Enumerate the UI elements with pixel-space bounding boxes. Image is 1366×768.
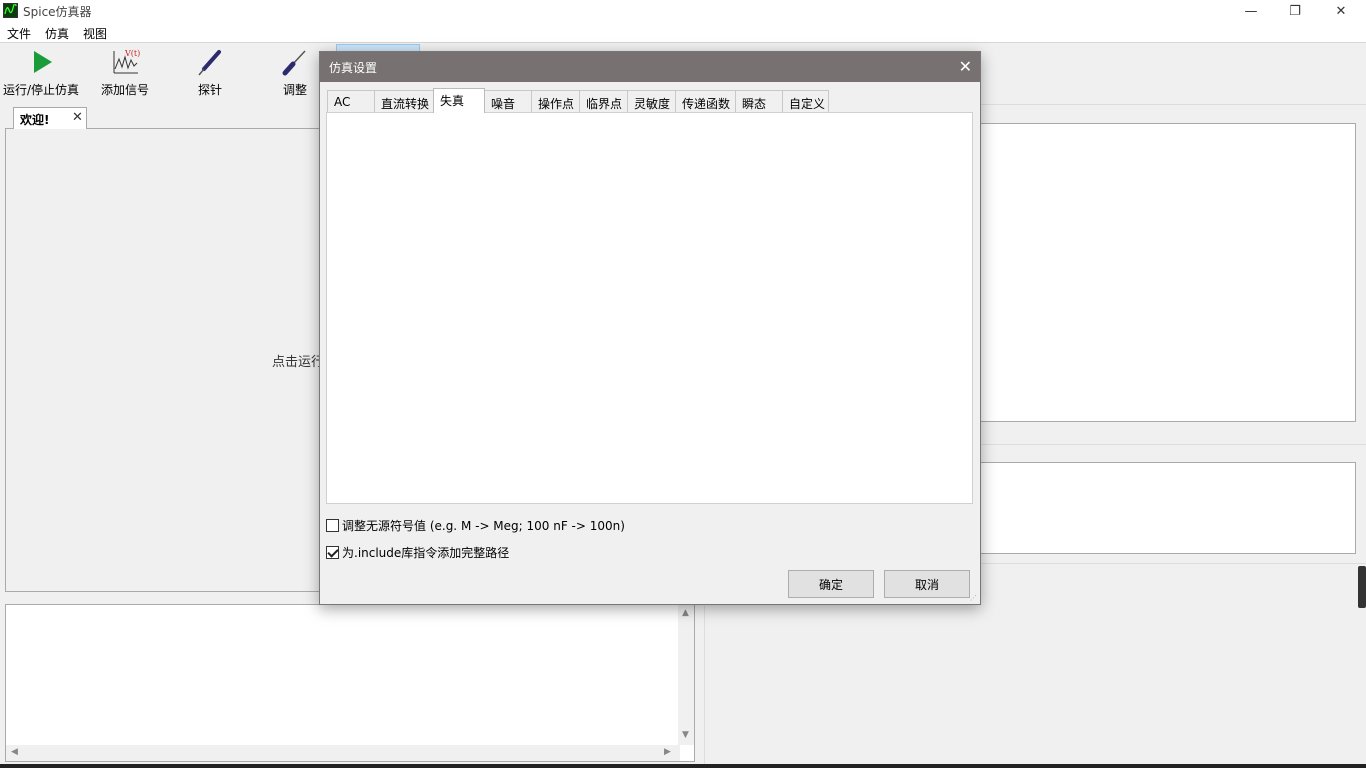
scroll-down-icon[interactable]: ▼ (682, 730, 689, 740)
adjust-label: 调整 (282, 83, 307, 97)
adjust-passive-symbols-checkbox[interactable] (326, 519, 339, 532)
side-resize-handle[interactable] (1358, 566, 1366, 608)
tab-noise[interactable]: 噪音 (484, 90, 532, 112)
signal-wave-icon: V(t) (110, 47, 140, 77)
menu-simulation[interactable]: 仿真 (45, 25, 69, 42)
tab-pole-zero[interactable]: 临界点 (579, 90, 628, 112)
adjust-tool-icon (280, 47, 310, 77)
menu-file[interactable]: 文件 (7, 25, 31, 42)
tab-transfer-function[interactable]: 传递函数 (675, 90, 736, 112)
tab-panel-distortion (326, 112, 973, 504)
window-close-button[interactable]: ✕ (1318, 0, 1364, 22)
tab-operating-point[interactable]: 操作点 (531, 90, 580, 112)
close-icon[interactable]: ✕ (72, 110, 83, 125)
scroll-up-icon[interactable]: ▲ (682, 608, 689, 618)
tab-sensitivity[interactable]: 灵敏度 (627, 90, 676, 112)
probe-label: 探针 (197, 83, 222, 97)
app-logo-icon (3, 3, 18, 18)
menu-bar: 文件 仿真 视图 (0, 22, 1366, 42)
taskbar-edge (0, 764, 1366, 768)
adjust-passive-symbols-option[interactable]: 调整无源符号值 (e.g. M -> Meg; 100 nF -> 100n) (326, 517, 625, 534)
resize-grip-icon[interactable]: ⋰ (970, 594, 978, 602)
restore-button[interactable]: ❐ (1272, 0, 1318, 22)
title-bar: Spice仿真器 — ❐ ✕ (0, 0, 1366, 22)
cancel-button[interactable]: 取消 (884, 570, 970, 598)
tab-dc-sweep[interactable]: 直流转换 (374, 90, 434, 112)
app-title: Spice仿真器 (23, 5, 92, 19)
welcome-pane: 点击运行 欢迎! ✕ (5, 104, 335, 592)
dialog-title: 仿真设置 (329, 61, 378, 75)
welcome-body: 点击运行 (5, 128, 335, 592)
include-full-path-option[interactable]: 为.include库指令添加完整路径 (326, 544, 509, 561)
tab-custom[interactable]: 自定义 (782, 90, 829, 112)
include-full-path-label: 为.include库指令添加完整路径 (342, 546, 510, 560)
adjust-passive-symbols-label: 调整无源符号值 (e.g. M -> Meg; 100 nF -> 100n) (342, 519, 625, 533)
right-lower-box (980, 462, 1356, 554)
tab-transient[interactable]: 瞬态 (735, 90, 783, 112)
svg-text:V(t): V(t) (124, 49, 140, 58)
scroll-right-icon[interactable]: ▶ (664, 747, 671, 757)
add-signal-label: 添加信号 (101, 83, 150, 97)
dialog-tab-bar: AC 直流转换 失真 噪音 操作点 临界点 灵敏度 传递函数 瞬态 自定义 (327, 88, 967, 113)
adjust-button[interactable]: 调整 (280, 47, 310, 98)
ok-button[interactable]: 确定 (788, 570, 874, 598)
include-full-path-checkbox[interactable] (326, 546, 339, 559)
dialog-title-bar[interactable]: 仿真设置 ✕ (320, 52, 980, 82)
probe-icon (195, 47, 225, 77)
menu-view[interactable]: 视图 (83, 25, 107, 42)
horizontal-scrollbar[interactable]: ◀ ▶ (6, 745, 680, 761)
output-text-area[interactable]: ▲ ▼ ◀ ▶ (5, 604, 695, 762)
simulation-settings-dialog: 仿真设置 ✕ AC 直流转换 失真 噪音 操作点 临界点 灵敏度 传递函数 瞬态… (319, 51, 981, 605)
vertical-scrollbar[interactable]: ▲ ▼ (678, 605, 694, 745)
right-upper-box (980, 123, 1356, 422)
welcome-text: 点击运行 (272, 355, 325, 370)
right-bottom-area (704, 606, 1366, 764)
dialog-close-button[interactable]: ✕ (959, 57, 972, 76)
add-signal-button[interactable]: V(t) 添加信号 (101, 47, 149, 98)
tab-ac[interactable]: AC (327, 90, 375, 112)
tab-distortion[interactable]: 失真 (433, 88, 485, 113)
tab-welcome-label: 欢迎! (20, 113, 50, 127)
divider (980, 444, 1366, 445)
scroll-left-icon[interactable]: ◀ (11, 747, 18, 757)
run-stop-button[interactable]: 运行/停止仿真 (3, 47, 79, 98)
probe-button[interactable]: 探针 (195, 47, 225, 98)
play-icon (26, 47, 56, 77)
tab-welcome[interactable]: 欢迎! ✕ (13, 107, 87, 129)
divider (980, 563, 1366, 564)
run-stop-label: 运行/停止仿真 (3, 83, 80, 97)
minimize-button[interactable]: — (1228, 0, 1274, 22)
